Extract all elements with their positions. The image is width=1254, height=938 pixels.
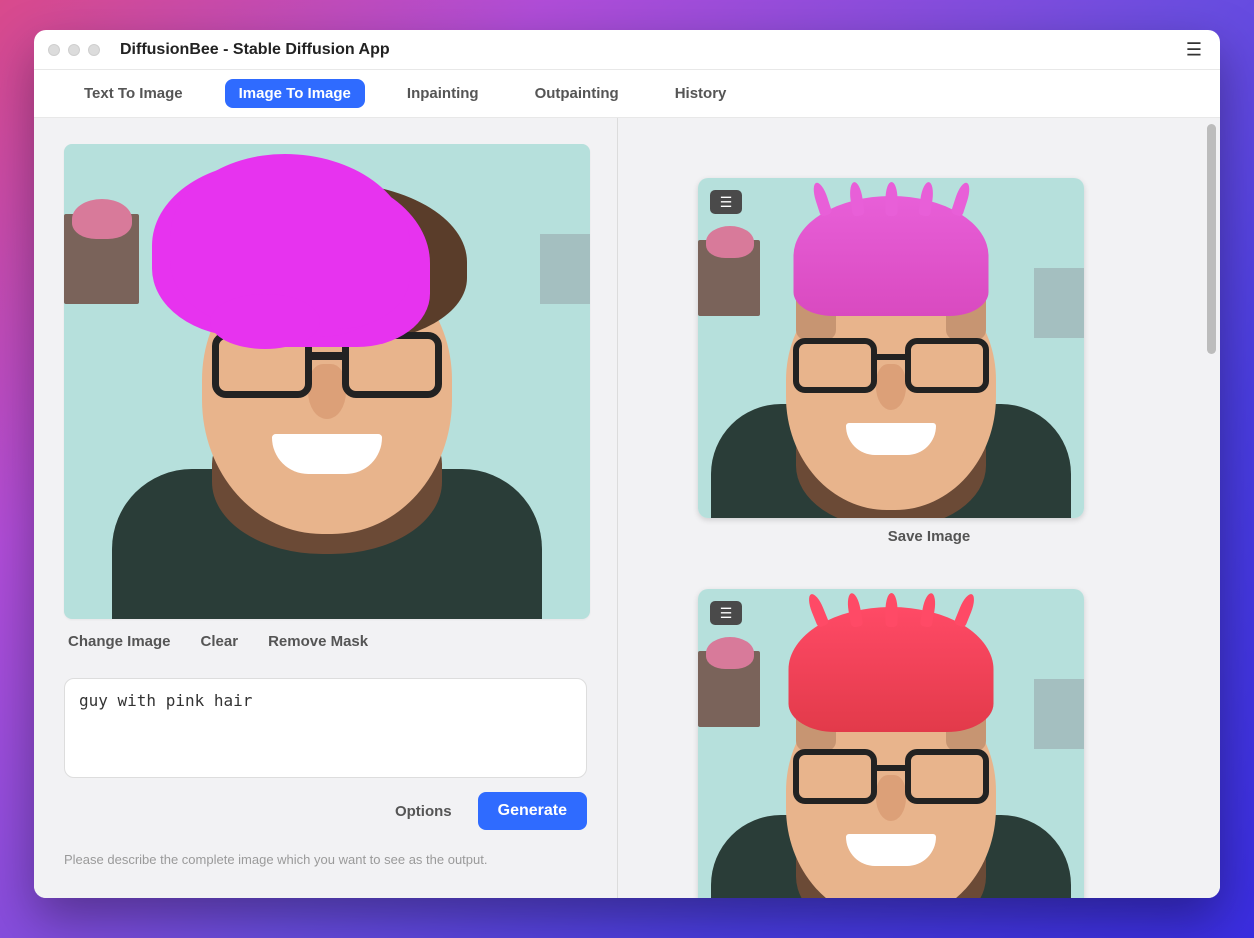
remove-mask-button[interactable]: Remove Mask [268, 633, 368, 650]
titlebar: DiffusionBee - Stable Diffusion App ☰ [34, 30, 1220, 70]
tab-history[interactable]: History [661, 79, 741, 108]
tab-outpainting[interactable]: Outpainting [521, 79, 633, 108]
tab-text-to-image[interactable]: Text To Image [70, 79, 197, 108]
result-item: ☰ Save Image [698, 178, 1160, 545]
result-image[interactable]: ☰ [698, 178, 1084, 518]
generate-button[interactable]: Generate [478, 792, 587, 830]
prompt-hint: Please describe the complete image which… [64, 852, 587, 867]
save-image-button[interactable]: Save Image [698, 528, 1160, 545]
result-menu-icon[interactable]: ☰ [710, 601, 742, 625]
result-menu-icon[interactable]: ☰ [710, 190, 742, 214]
prompt-input[interactable] [64, 678, 587, 778]
image-actions: Change Image Clear Remove Mask [64, 633, 587, 650]
app-window: DiffusionBee - Stable Diffusion App ☰ Te… [34, 30, 1220, 898]
minimize-window-button[interactable] [68, 44, 80, 56]
generate-row: Options Generate [64, 792, 587, 830]
window-title: DiffusionBee - Stable Diffusion App [120, 41, 390, 59]
result-item: ☰ [698, 589, 1160, 898]
clear-button[interactable]: Clear [201, 633, 239, 650]
change-image-button[interactable]: Change Image [68, 633, 171, 650]
editor-panel: Change Image Clear Remove Mask Options G… [34, 118, 618, 898]
tab-image-to-image[interactable]: Image To Image [225, 79, 365, 108]
mask-overlay [170, 154, 410, 329]
close-window-button[interactable] [48, 44, 60, 56]
tab-inpainting[interactable]: Inpainting [393, 79, 493, 108]
app-menu-icon[interactable]: ☰ [1186, 39, 1202, 60]
options-button[interactable]: Options [395, 803, 452, 820]
results-panel: ☰ Save Image [618, 118, 1220, 898]
mode-tabs: Text To Image Image To Image Inpainting … [34, 70, 1220, 118]
window-controls [48, 44, 100, 56]
result-image[interactable]: ☰ [698, 589, 1084, 898]
content-area: Change Image Clear Remove Mask Options G… [34, 118, 1220, 898]
source-image-canvas[interactable] [64, 144, 590, 619]
zoom-window-button[interactable] [88, 44, 100, 56]
source-image [64, 144, 590, 619]
